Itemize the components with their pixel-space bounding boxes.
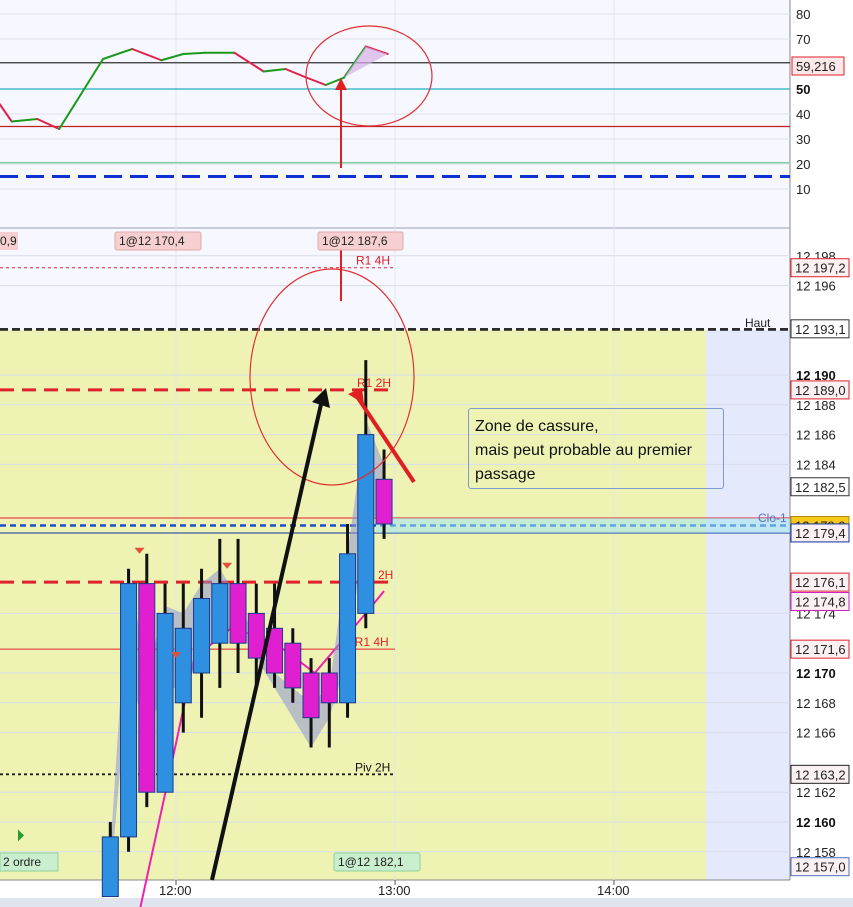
osc-segment (182, 51, 207, 55)
close-label: Clo-1 (758, 511, 787, 525)
osc-tick-label: 30 (796, 132, 810, 147)
price-tick-label: 12 166 (796, 726, 836, 741)
bull-candle (174, 627, 192, 704)
bull-candle (211, 583, 229, 644)
annotation-box[interactable]: Zone de cassure, mais peut probable au p… (468, 408, 724, 489)
price-tick-label: 12 168 (796, 696, 836, 711)
price-level-label: 12 182,5 (795, 480, 846, 495)
time-tick-label: 12:00 (159, 883, 192, 898)
osc-tick-label: 40 (796, 107, 810, 122)
bull-candle (339, 553, 357, 704)
price-level-label: 12 163,2 (795, 767, 846, 782)
annotation-line-3: passage (475, 466, 536, 483)
price-tick-label: 12 188 (796, 398, 836, 413)
osc-tick-label: 20 (796, 157, 810, 172)
osc-tick-label: 70 (796, 32, 810, 47)
trade-tag-label: 1@12 170,4 (119, 234, 185, 248)
bear-candle (284, 642, 302, 689)
bull-candle (193, 598, 211, 674)
bear-candle (320, 672, 338, 704)
price-tick-label: 12 184 (796, 457, 836, 472)
bull-candle (357, 434, 375, 614)
close-zone-band (376, 518, 790, 533)
bear-candle (138, 583, 156, 793)
bull-candle (120, 583, 138, 838)
osc-tick-label: 50 (796, 82, 810, 97)
price-tick-label: 12 170 (796, 666, 836, 681)
trade-tag: 1@12 170,4 (114, 231, 202, 251)
scrollbar-track[interactable] (0, 898, 853, 907)
price-level-label: 12 193,1 (795, 322, 846, 337)
price-level-label: 12 176,1 (795, 575, 846, 590)
trading-chart: R1 4HR1 2H1 2HnR1 4HPiv 2H 1@12 170,4 1@1… (0, 0, 853, 907)
level-name-label: R1 4H (356, 254, 390, 268)
price-level-label: 12 179,4 (795, 526, 846, 541)
price-level-label: 12 189,0 (795, 383, 846, 398)
order-tag-label: 2 ordre (3, 855, 41, 869)
price-level-label: 12 171,6 (795, 642, 846, 657)
trade-tag: 1@12 187,6 (317, 231, 404, 251)
price-level-label: 12 174,8 (795, 594, 846, 609)
bear-candle (229, 583, 247, 644)
level-name-label: R1 2H (357, 376, 391, 390)
price-level-label: 12 197,2 (795, 261, 846, 276)
time-tick-label: 13:00 (378, 883, 411, 898)
osc-tick-label: 80 (796, 7, 810, 22)
bear-candle (247, 612, 265, 659)
bear-candle (375, 478, 393, 525)
price-level-label: 12 157,0 (795, 860, 846, 875)
trade-tag: 1@12 182,1 (333, 852, 421, 872)
annotation-line-2: mais peut probable au premier (475, 442, 693, 459)
annotation-line-1: Zone de cassure, (475, 418, 599, 435)
trade-tag-label: 1@12 187,6 (322, 234, 388, 248)
cut-tag-label: 0,9 (0, 234, 17, 248)
level-name-label: Piv 2H (355, 760, 390, 774)
time-tick-label: 14:00 (597, 883, 630, 898)
osc-value-label: 59,216 (796, 59, 836, 74)
trade-tag-label: 1@12 182,1 (338, 855, 404, 869)
price-tick-label: 12 186 (796, 428, 836, 443)
price-tick-label: 12 196 (796, 279, 836, 294)
osc-tick-label: 10 (796, 182, 810, 197)
price-tick-label: 12 162 (796, 785, 836, 800)
bear-candle (302, 672, 320, 719)
high-label: Haut (745, 316, 771, 330)
bull-candle (156, 612, 174, 793)
bull-candle (101, 836, 119, 898)
price-tick-label: 12 160 (796, 815, 836, 830)
